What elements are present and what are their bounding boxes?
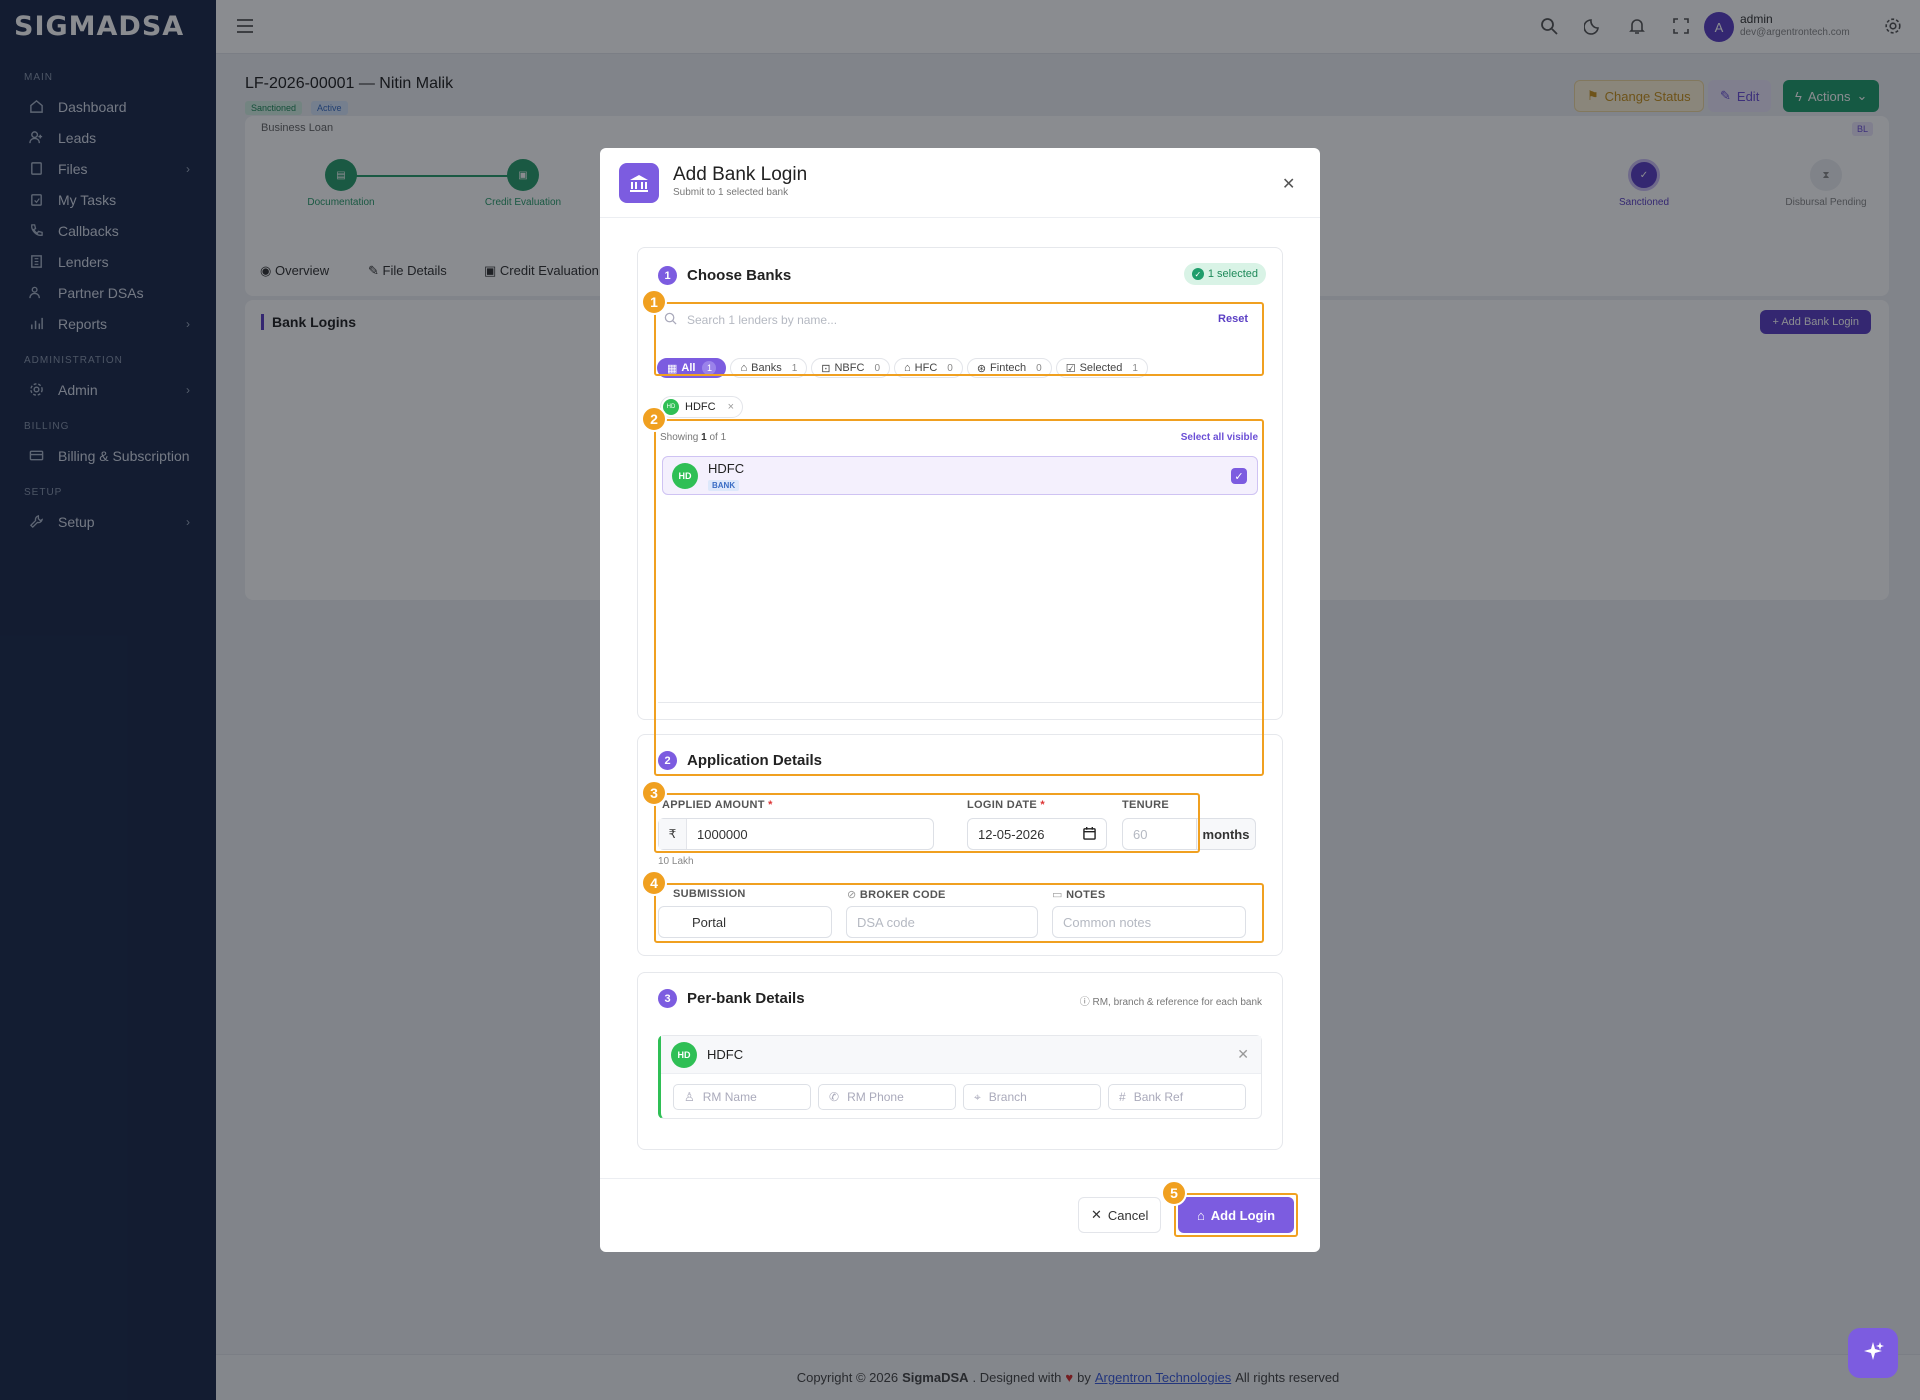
step-marker-1: 1: [641, 289, 667, 315]
close-icon[interactable]: ✕: [1282, 174, 1295, 194]
selected-count-badge: ✓ 1 selected: [1183, 263, 1266, 285]
highlight-box-4: [654, 883, 1264, 943]
user-icon: ♙: [684, 1090, 695, 1104]
step-marker-4: 4: [641, 870, 667, 896]
add-bank-login-modal: Add Bank Login Submit to 1 selected bank…: [600, 148, 1320, 1252]
step-marker-3: 3: [641, 780, 667, 806]
per-bank-hint: ⓘ RM, branch & reference for each bank: [1079, 997, 1262, 1008]
pin-icon: ⌖: [974, 1089, 981, 1104]
highlight-box-3: [654, 793, 1200, 853]
rm-phone-input[interactable]: ✆ RM Phone: [818, 1084, 956, 1110]
ai-assistant-button[interactable]: [1848, 1328, 1898, 1378]
amount-in-words: 10 Lakh: [658, 856, 694, 867]
remove-chip-icon[interactable]: ×: [728, 401, 734, 413]
bank-icon: [619, 163, 659, 203]
phone-icon: ✆: [829, 1090, 840, 1104]
modal-title: Add Bank Login: [673, 164, 808, 185]
section-heading: 1 Choose Banks: [658, 266, 791, 285]
section-heading: 3 Per-bank Details: [658, 989, 805, 1008]
sparkle-icon: [1861, 1340, 1885, 1367]
branch-input[interactable]: ⌖ Branch: [963, 1084, 1101, 1110]
hash-icon: #: [1119, 1090, 1126, 1104]
lender-avatar: HD: [671, 1041, 697, 1068]
info-icon: ⓘ: [1079, 997, 1090, 1008]
selected-lender-chip: HD HDFC ×: [660, 396, 743, 418]
close-icon: ✕: [1091, 1207, 1102, 1222]
highlight-box-5: [1174, 1193, 1298, 1237]
step-marker-5: 5: [1161, 1180, 1187, 1206]
per-bank-name: HDFC: [707, 1047, 744, 1062]
per-bank-card: HD HDFC ✕ ♙ RM Name ✆ RM Phone ⌖ Branch # Ba…: [658, 1035, 1262, 1119]
highlight-box-2: [654, 419, 1264, 776]
per-bank-details-section: 3 Per-bank Details ⓘ RM, branch & referen…: [637, 972, 1283, 1150]
modal-subtitle: Submit to 1 selected bank: [673, 187, 789, 198]
step-marker-2: 2: [641, 406, 667, 432]
bank-ref-input[interactable]: # Bank Ref: [1108, 1084, 1246, 1110]
tenure-unit: months: [1196, 818, 1256, 850]
highlight-box-1: [654, 302, 1264, 376]
remove-bank-icon[interactable]: ✕: [1237, 1046, 1249, 1063]
cancel-button[interactable]: ✕ Cancel: [1078, 1197, 1162, 1233]
rm-name-input[interactable]: ♙ RM Name: [673, 1084, 811, 1110]
modal-header: Add Bank Login Submit to 1 selected bank…: [600, 148, 1320, 218]
check-circle-icon: ✓: [1191, 268, 1204, 280]
